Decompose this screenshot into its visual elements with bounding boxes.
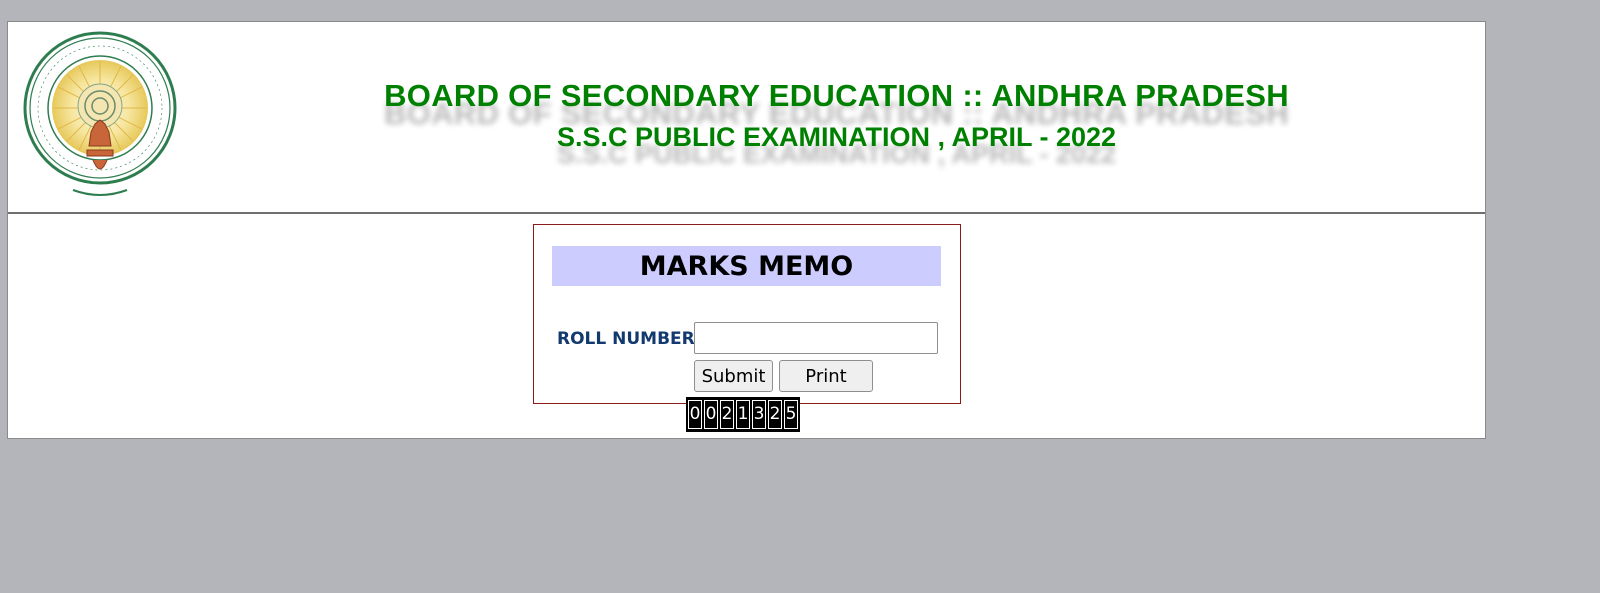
page-header: BOARD OF SECONDARY EDUCATION :: ANDHRA P…: [8, 22, 1485, 214]
counter-digit: 2: [768, 400, 782, 429]
memo-heading: MARKS MEMO: [552, 246, 941, 286]
counter-digit: 0: [688, 400, 702, 429]
counter-digit: 5: [784, 400, 798, 429]
submit-button[interactable]: Submit: [694, 360, 773, 392]
roll-number-input[interactable]: [694, 322, 938, 354]
print-button[interactable]: Print: [779, 360, 873, 392]
exam-subtitle: S.S.C PUBLIC EXAMINATION , APRIL - 2022: [556, 122, 1117, 152]
counter-digit: 1: [736, 400, 750, 429]
andhra-pradesh-emblem-icon: [23, 31, 177, 196]
header-titles: BOARD OF SECONDARY EDUCATION :: ANDHRA P…: [188, 77, 1485, 155]
visitor-counter: 0 0 2 1 3 2 5: [686, 397, 800, 432]
board-title: BOARD OF SECONDARY EDUCATION :: ANDHRA P…: [384, 78, 1289, 113]
counter-digit: 0: [704, 400, 718, 429]
page-container: BOARD OF SECONDARY EDUCATION :: ANDHRA P…: [7, 21, 1486, 439]
roll-number-label: ROLL NUMBER: [557, 329, 695, 349]
counter-digit: 2: [720, 400, 734, 429]
counter-digit: 3: [752, 400, 766, 429]
marks-memo-form: MARKS MEMO ROLL NUMBER Submit Print: [533, 224, 961, 404]
